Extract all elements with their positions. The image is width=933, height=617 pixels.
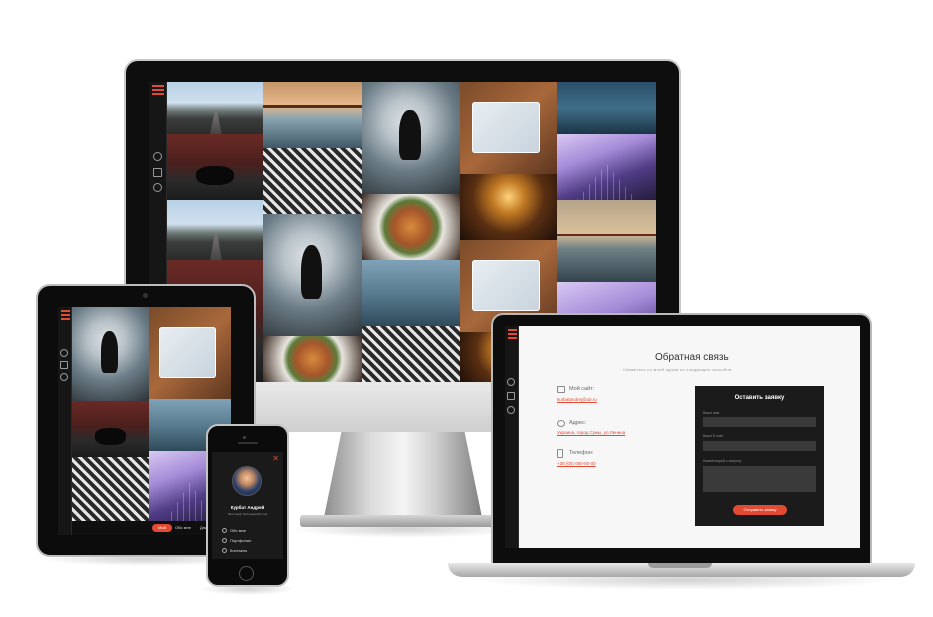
page-title: Обратная связь [655, 352, 729, 363]
phone-speaker [238, 442, 258, 444]
contact-label: Телефон: [569, 450, 594, 456]
gallery-photo-water[interactable] [557, 82, 656, 134]
gallery-photo-road[interactable] [167, 82, 263, 134]
briefcase-icon[interactable] [507, 392, 515, 400]
briefcase-icon[interactable] [153, 168, 162, 177]
name-label: Ваше имя [703, 411, 720, 415]
contact-link[interactable]: +38 (00) 000-00-00 [557, 461, 596, 466]
comment-label: Комментарий к запросу [703, 459, 742, 463]
nav-item-active[interactable]: Мой [152, 524, 172, 532]
email-label: Ваше Е-mail [703, 434, 723, 438]
avatar [232, 466, 262, 496]
menu-item-about[interactable]: Обо мне [222, 528, 246, 534]
user-icon[interactable] [60, 349, 68, 357]
contact-label: Адрес: [569, 420, 587, 426]
browser-icon [557, 386, 565, 393]
gallery-photo-bridge[interactable] [263, 82, 362, 148]
email-input[interactable] [703, 441, 816, 451]
gallery-photo-fence[interactable] [263, 148, 362, 214]
user-icon [222, 528, 227, 534]
compass-icon[interactable] [153, 183, 162, 192]
menu-icon[interactable] [152, 85, 164, 97]
close-icon[interactable]: ✕ [272, 454, 279, 463]
tablet-camera [143, 293, 148, 298]
compass-icon[interactable] [507, 406, 515, 414]
gallery-photo-man-clouds[interactable] [362, 82, 460, 194]
gallery-photo-road[interactable] [167, 200, 263, 260]
gallery-photo-fence[interactable] [72, 457, 149, 521]
page-subtitle: Свяжитесь со мной одним из следующих спо… [623, 367, 732, 372]
request-form: Оставить заявку Ваше имя Ваше Е-mail Ком… [695, 386, 824, 526]
briefcase-icon [222, 538, 227, 544]
briefcase-icon[interactable] [60, 361, 68, 369]
nav-item[interactable]: Обо мне [175, 525, 191, 530]
laptop-sidebar [505, 326, 519, 548]
compass-icon [222, 548, 227, 554]
menu-icon[interactable] [61, 310, 70, 322]
gallery-photo-man-clouds[interactable] [72, 307, 149, 401]
user-icon[interactable] [153, 152, 162, 161]
gallery-photo-motorcycle[interactable] [167, 134, 263, 200]
menu-item-portfolio[interactable]: Портфолио [222, 538, 251, 544]
user-icon[interactable] [507, 378, 515, 386]
tablet-sidebar [58, 307, 72, 535]
laptop-notch [648, 563, 712, 568]
gallery-photo-golden-gate[interactable] [557, 200, 656, 282]
gallery-photo-fence[interactable] [362, 326, 460, 382]
comment-textarea[interactable] [703, 466, 816, 492]
contact-link[interactable]: kurbatandrej@ub.ru [557, 397, 597, 402]
menu-icon[interactable] [508, 329, 517, 341]
profile-role: Фотограф, Веб-разработчик [227, 512, 268, 516]
gallery-photo-motorcycle[interactable] [72, 401, 149, 457]
gallery-photo-man-clouds[interactable] [263, 214, 362, 336]
gallery-photo-burger[interactable] [362, 194, 460, 260]
contact-link[interactable]: Украина, город Сумы, ул.Ленина [557, 430, 625, 435]
phone-camera [243, 436, 246, 439]
phone-home-button[interactable] [239, 566, 254, 581]
imac-stand [322, 432, 484, 527]
submit-button[interactable]: Отправить заявку [733, 505, 787, 515]
phone-screen: ✕ Курбат Андрей Фотограф, Веб-разработчи… [212, 452, 283, 559]
imac-base [300, 515, 506, 527]
gallery-photo-purple-building[interactable] [557, 134, 656, 200]
compass-icon[interactable] [60, 373, 68, 381]
laptop-screen: Обратная связь Свяжитесь со мной одним и… [505, 326, 860, 548]
gallery-photo-sea[interactable] [362, 260, 460, 326]
gallery-photo-food-plate[interactable] [460, 82, 557, 174]
form-title: Оставить заявку [734, 395, 785, 401]
menu-item-contacts[interactable]: Контакты [222, 548, 247, 554]
name-input[interactable] [703, 417, 816, 427]
phone-icon [557, 449, 563, 458]
sitemap-icon [557, 420, 565, 427]
contact-label: Мой сайт: [569, 386, 595, 392]
gallery-photo-food-plate[interactable] [149, 307, 231, 399]
profile-name: Курбат Андрей [230, 505, 265, 510]
gallery-photo-burger[interactable] [263, 336, 362, 382]
gallery-photo-chandelier[interactable] [460, 174, 557, 240]
